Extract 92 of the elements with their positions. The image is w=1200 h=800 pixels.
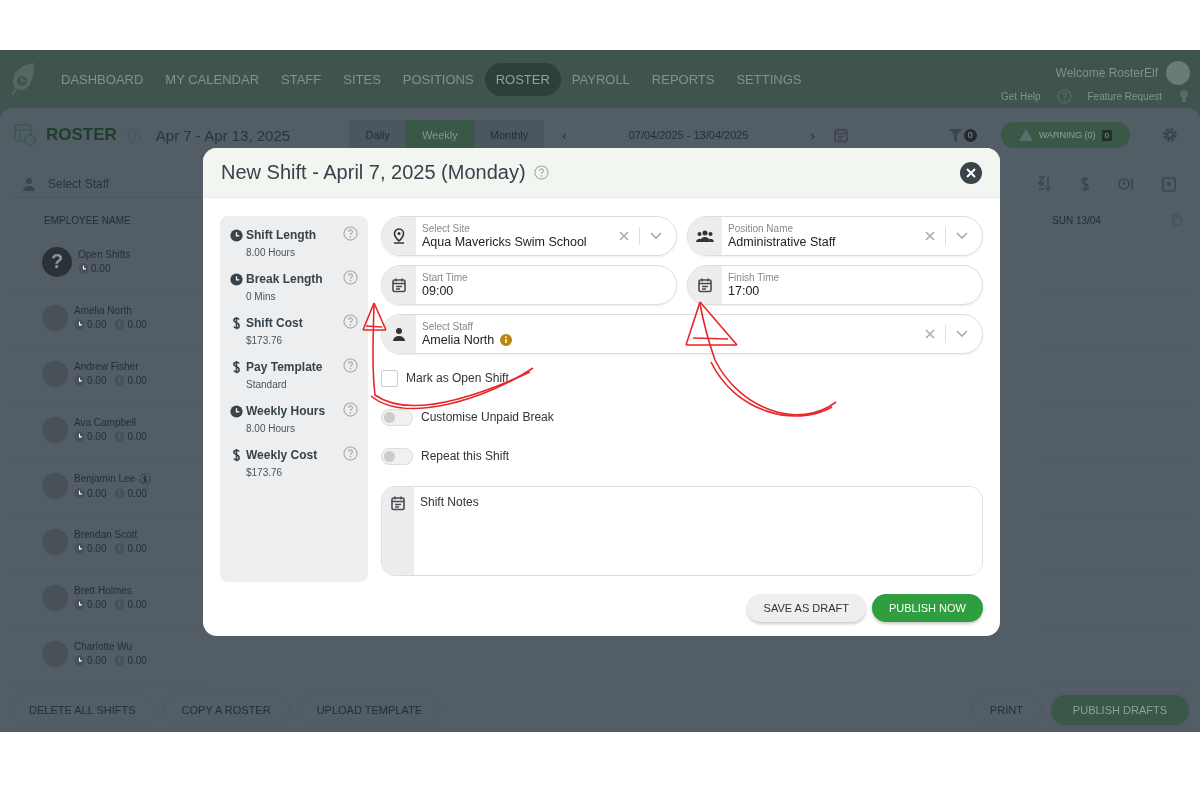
filter-count: 0 xyxy=(963,128,977,142)
summary-label: Weekly Hours xyxy=(246,404,326,418)
close-icon xyxy=(966,167,976,178)
summary-value: Standard xyxy=(245,379,288,390)
help-icon[interactable] xyxy=(343,402,358,417)
dollar-icon xyxy=(230,360,243,374)
clear-icon[interactable] xyxy=(925,231,935,241)
dollar-icon xyxy=(230,448,243,462)
nav-tab[interactable]: SITES xyxy=(332,62,392,96)
summary-value: 0 Mins xyxy=(245,291,277,302)
publish-button[interactable]: PUBLISH NOW xyxy=(872,594,983,622)
nav-tab[interactable]: STAFF xyxy=(270,62,333,96)
chevron-down-icon[interactable] xyxy=(650,232,662,240)
nav-tab[interactable]: ROSTER xyxy=(484,62,561,96)
toggle-switch[interactable] xyxy=(381,447,413,465)
chevron-down-icon[interactable] xyxy=(956,232,968,240)
clock-icon xyxy=(230,228,243,242)
clock-icon xyxy=(74,431,85,442)
footer-button[interactable]: PUBLISH DRAFTS xyxy=(1049,694,1190,726)
nav-tab[interactable]: PAYROLL xyxy=(560,62,641,96)
nav-tab[interactable]: MY CALENDAR xyxy=(154,62,271,96)
summary-label: Break Length xyxy=(246,272,323,286)
settings-icon[interactable] xyxy=(1162,127,1178,143)
summary-value: 8.00 Hours xyxy=(245,247,296,258)
leaf-clock-logo-icon[interactable] xyxy=(10,62,36,96)
person-icon xyxy=(392,327,406,341)
toggle-switch[interactable] xyxy=(381,408,413,426)
checkbox[interactable] xyxy=(381,369,398,387)
next-week-button[interactable]: › xyxy=(802,121,823,149)
get-help-link[interactable]: Get Help xyxy=(1001,90,1041,102)
summary-value: $173.76 xyxy=(245,335,284,346)
calendar-icon xyxy=(697,277,713,293)
summary-label: Pay Template xyxy=(246,360,323,374)
pay-swap-icon xyxy=(139,472,152,485)
clock-icon xyxy=(74,375,85,386)
sort-icon[interactable] xyxy=(1038,176,1052,192)
avatar[interactable] xyxy=(1166,60,1190,85)
feature-request-link[interactable]: Feature Request xyxy=(1087,90,1162,102)
summary-value: $173.76 xyxy=(245,467,284,478)
checkbox-label: Mark as Open Shift xyxy=(406,371,509,385)
roster-title: ROSTER xyxy=(46,125,117,145)
person-icon xyxy=(22,176,36,191)
calendar-icon xyxy=(832,127,849,143)
filter-icon[interactable] xyxy=(948,128,962,142)
dialog-title: New Shift - April 7, 2025 (Monday) xyxy=(221,161,526,184)
toggle-label: Repeat this Shift xyxy=(421,449,510,463)
people-icon xyxy=(696,230,714,242)
view-tab[interactable]: Weekly xyxy=(405,120,474,150)
help-icon[interactable] xyxy=(533,165,549,180)
help-icon[interactable] xyxy=(343,226,358,241)
lightbulb-icon[interactable] xyxy=(1178,89,1190,103)
clock-icon xyxy=(74,487,85,499)
calendar-icon xyxy=(391,277,407,293)
clock-sort-icon[interactable] xyxy=(1118,177,1134,191)
summary-value: 8.00 Hours xyxy=(245,423,296,434)
clock-icon xyxy=(74,599,85,610)
clear-icon[interactable] xyxy=(925,329,935,339)
help-icon[interactable] xyxy=(343,358,358,373)
toggle-label: Customise Unpaid Break xyxy=(421,410,554,424)
roster-calendar-icon xyxy=(14,124,36,146)
warning-icon xyxy=(1018,129,1033,141)
nav-tab[interactable]: REPORTS xyxy=(640,62,726,96)
summary-label: Shift Cost xyxy=(246,316,303,330)
shift-notes-field[interactable]: Shift Notes xyxy=(381,486,983,576)
clock-icon xyxy=(74,319,85,330)
location-pin-icon xyxy=(392,228,406,244)
chevron-down-icon[interactable] xyxy=(956,330,968,338)
notes-icon xyxy=(390,495,406,511)
dollar-icon xyxy=(230,316,243,330)
clock-icon xyxy=(74,655,85,666)
help-icon[interactable] xyxy=(343,270,358,285)
info-icon xyxy=(500,334,513,346)
summary-label: Shift Length xyxy=(246,228,316,242)
nav-tab[interactable]: SETTINGS xyxy=(725,62,813,96)
dollar-icon[interactable] xyxy=(1080,176,1090,192)
clock-icon xyxy=(230,272,243,286)
summary-label: Weekly Cost xyxy=(246,448,318,462)
clock-icon xyxy=(74,543,85,554)
help-icon[interactable] xyxy=(1056,88,1072,104)
clock-icon xyxy=(230,404,243,418)
warning-button[interactable]: WARNING (0) 0 xyxy=(1000,122,1130,148)
save-draft-button[interactable]: SAVE AS DRAFT xyxy=(746,594,866,622)
welcome-text: Welcome RosterElf xyxy=(1055,65,1158,80)
previous-week-button[interactable]: ‹ xyxy=(554,121,575,149)
help-icon[interactable] xyxy=(343,446,358,461)
clear-icon[interactable] xyxy=(619,231,629,241)
open-shifts-avatar: ? xyxy=(42,246,72,277)
clock-icon xyxy=(78,263,89,274)
close-button[interactable] xyxy=(960,161,982,184)
nav-tab[interactable]: POSITIONS xyxy=(391,62,485,96)
help-icon[interactable] xyxy=(343,314,358,329)
nav-tab[interactable]: DASHBOARD xyxy=(50,62,155,96)
